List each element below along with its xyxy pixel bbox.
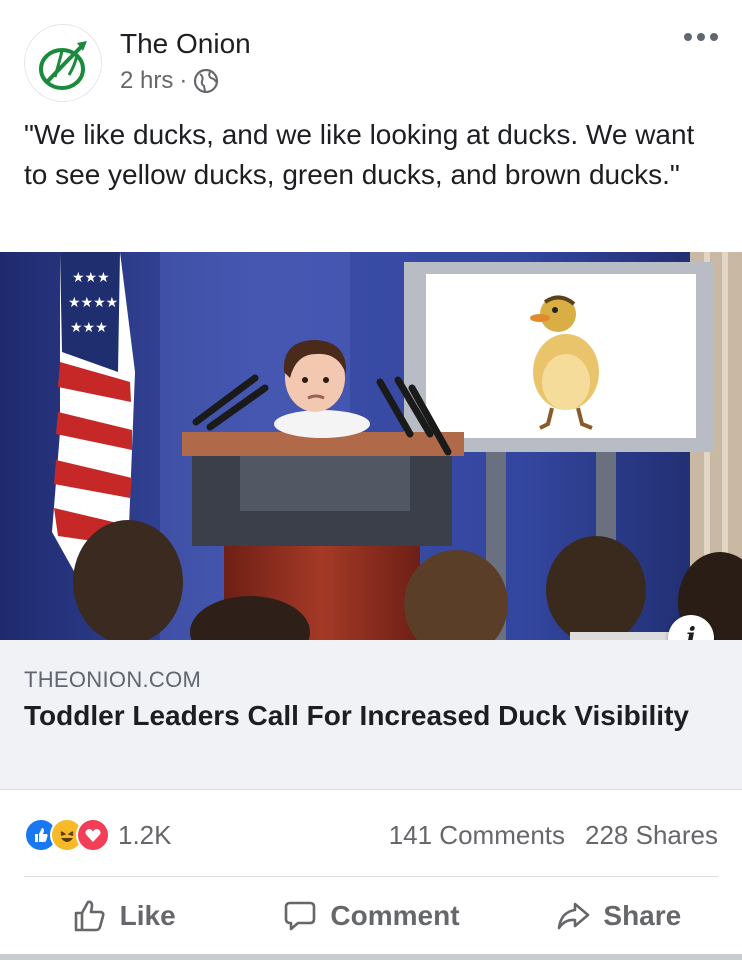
page-name[interactable]: The Onion xyxy=(120,28,251,60)
post-actions: Like Comment Share xyxy=(0,877,742,954)
more-dot xyxy=(710,33,718,41)
comments-count[interactable]: 141 Comments xyxy=(389,820,565,851)
svg-text:★★★: ★★★ xyxy=(72,270,110,286)
globe-icon xyxy=(194,68,219,94)
share-label: Share xyxy=(603,899,682,931)
like-label: Like xyxy=(119,899,176,931)
shares-count[interactable]: 228 Shares xyxy=(585,820,718,851)
link-preview-image[interactable]: ★★★ ★★★★ ★★★ xyxy=(0,252,742,640)
meta-separator: · xyxy=(179,67,188,94)
share-button[interactable]: Share xyxy=(495,877,742,954)
like-button[interactable]: Like xyxy=(0,877,247,954)
svg-text:★★★★: ★★★★ xyxy=(68,295,118,311)
onion-logo-icon xyxy=(39,41,87,90)
more-options-button[interactable] xyxy=(684,33,718,41)
share-arrow-icon xyxy=(558,902,590,929)
link-preview[interactable]: THEONION.COM Toddler Leaders Call For In… xyxy=(0,640,742,790)
feed-separator xyxy=(0,954,742,960)
more-dot xyxy=(697,33,705,41)
post-header: The Onion 2 hrs · xyxy=(0,0,742,110)
reactions-summary[interactable]: 1.2K xyxy=(24,818,172,852)
comment-icon xyxy=(285,901,316,930)
post-stats: 1.2K 141 Comments 228 Shares xyxy=(0,800,742,876)
page-avatar[interactable] xyxy=(24,24,102,102)
post-meta: 2 hrs · xyxy=(120,67,219,95)
post-time[interactable]: 2 hrs xyxy=(120,67,173,95)
svg-text:★★★: ★★★ xyxy=(70,320,108,336)
more-dot xyxy=(684,33,692,41)
reactions-count: 1.2K xyxy=(118,819,172,850)
comment-label: Comment xyxy=(330,899,460,931)
post-caption: "We like ducks, and we like looking at d… xyxy=(24,119,695,190)
press-conference-illustration: ★★★ ★★★★ ★★★ xyxy=(0,252,742,640)
engagement-counts: 141 Comments 228 Shares xyxy=(389,820,718,851)
comment-button[interactable]: Comment xyxy=(247,877,494,954)
link-domain: THEONION.COM xyxy=(24,667,202,692)
love-reaction-icon xyxy=(76,818,110,852)
link-headline: Toddler Leaders Call For Increased Duck … xyxy=(24,700,689,731)
thumbs-up-icon xyxy=(74,900,105,931)
